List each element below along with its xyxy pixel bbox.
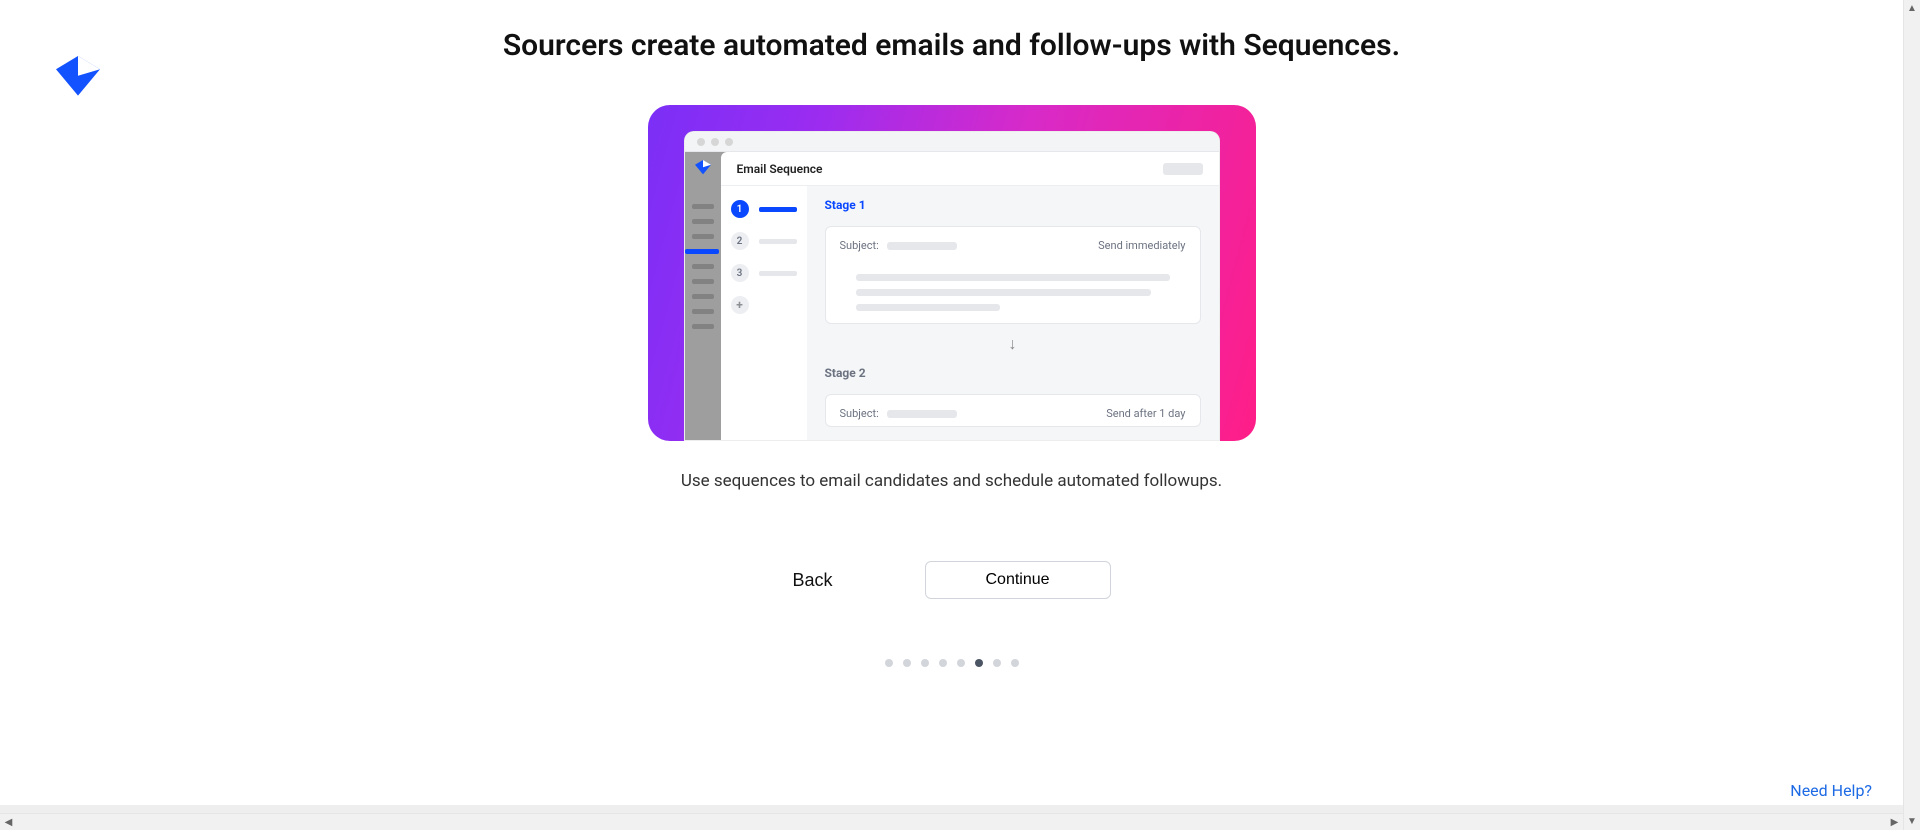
continue-button[interactable]: Continue [925,561,1111,599]
arrow-down-icon: ↓ [825,336,1201,352]
step-number: 1 [731,200,749,218]
pagination-dot-7[interactable] [993,659,1001,667]
panel-title: Email Sequence [737,162,823,176]
scroll-right-arrow-icon[interactable]: ▶ [1886,814,1903,830]
step-number: 2 [731,232,749,250]
illustration-app: Email Sequence 1 2 [685,152,1219,440]
pagination-dot-3[interactable] [921,659,929,667]
panel-header-placeholder [1163,163,1203,175]
footer-bar [0,805,1903,813]
sidebar-nav-placeholder [692,309,714,314]
pagination-dot-4[interactable] [939,659,947,667]
stage1-card-header: Subject: Send immediately [840,239,1186,252]
step-number: 3 [731,264,749,282]
sequence-add-step: + [731,296,797,314]
scroll-left-arrow-icon[interactable]: ◀ [0,814,17,830]
sidebar-nav-placeholder [692,294,714,299]
illustration-card: Email Sequence 1 2 [648,105,1256,441]
subject-placeholder [887,242,957,250]
step-bar [759,271,797,276]
back-button[interactable]: Back [792,570,832,591]
pagination-dot-5[interactable] [957,659,965,667]
pagination-dot-2[interactable] [903,659,911,667]
illustration-browser: Email Sequence 1 2 [684,131,1220,441]
stage2-card-header: Subject: Send after 1 day [840,407,1186,420]
stage2-card: Subject: Send after 1 day [825,394,1201,427]
pagination-dots [885,659,1019,667]
pagination-dot-8[interactable] [1011,659,1019,667]
stage1-card: Subject: Send immediately [825,226,1201,324]
subject-placeholder [887,410,957,418]
vertical-scrollbar[interactable]: ▲ ▼ [1903,0,1920,830]
stage2-title: Stage 2 [825,366,1201,380]
browser-chrome [685,132,1219,152]
panel-body: 1 2 3 + [721,186,1219,440]
send-note: Send immediately [1098,239,1185,252]
pagination-dot-1[interactable] [885,659,893,667]
step-bar [759,239,797,244]
sequence-step-3: 3 [731,264,797,282]
gem-mini-logo-icon [695,160,711,176]
sequence-step-1: 1 [731,200,797,218]
email-body-placeholder [840,274,1186,311]
sequence-step-list: 1 2 3 + [721,186,807,440]
send-note: Send after 1 day [1106,407,1185,420]
need-help-link[interactable]: Need Help? [1790,781,1872,800]
window-dot-icon [725,138,733,146]
window-dot-icon [697,138,705,146]
caption-text: Use sequences to email candidates and sc… [681,471,1222,491]
window-dot-icon [711,138,719,146]
panel-header: Email Sequence [721,152,1219,186]
page-heading: Sourcers create automated emails and fol… [503,28,1400,63]
subject-label: Subject: [840,239,879,252]
sidebar-nav-placeholder [692,234,714,239]
step-bar [759,207,797,212]
sidebar-nav-placeholder [692,279,714,284]
sidebar-nav-placeholder [692,324,714,329]
subject-label: Subject: [840,407,879,420]
sidebar-nav-placeholder [692,264,714,269]
scroll-down-arrow-icon[interactable]: ▼ [1904,813,1920,830]
plus-icon: + [731,296,749,314]
scroll-up-arrow-icon[interactable]: ▲ [1904,0,1920,17]
pagination-dot-6[interactable] [975,659,983,667]
sidebar-nav-placeholder [692,219,714,224]
illustration-panel: Email Sequence 1 2 [721,152,1219,440]
sequence-step-2: 2 [731,232,797,250]
illustration-sidebar [685,152,721,440]
button-row: Back Continue [792,561,1110,599]
sidebar-nav-placeholder [692,204,714,209]
stage-area: Stage 1 Subject: Send immediately [807,186,1219,440]
horizontal-scrollbar[interactable]: ◀ ▶ [0,813,1903,830]
stage1-title: Stage 1 [825,198,1201,212]
onboarding-content: Sourcers create automated emails and fol… [0,28,1903,667]
sidebar-nav-placeholder-active [685,249,719,254]
